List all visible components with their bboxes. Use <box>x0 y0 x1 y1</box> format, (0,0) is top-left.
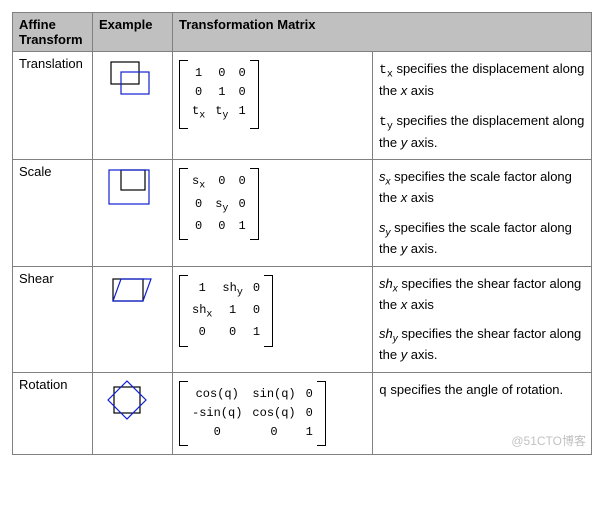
matrix: 100010txty1 <box>179 60 366 129</box>
example-cell <box>93 372 173 455</box>
scale-icon <box>99 164 159 210</box>
description-cell: sx specifies the scale factor along the … <box>373 160 592 266</box>
matrix-cell: sx000sy0001 <box>173 160 373 266</box>
description-line: shy specifies the shear factor along the… <box>379 325 585 364</box>
matrix: 1shy0shx10001 <box>179 275 366 347</box>
description-line: q specifies the angle of rotation. <box>379 381 585 400</box>
rotation-icon <box>99 377 159 423</box>
transform-name: Shear <box>13 266 93 372</box>
example-cell <box>93 266 173 372</box>
transform-name: Scale <box>13 160 93 266</box>
shear-icon <box>99 271 159 317</box>
header-affine-transform: Affine Transform <box>13 13 93 52</box>
table-row: Shear 1shy0shx10001 shx specifies the sh… <box>13 266 592 372</box>
table-header-row: Affine Transform Example Transformation … <box>13 13 592 52</box>
description-line: shx specifies the shear factor along the… <box>379 275 585 314</box>
transform-name: Translation <box>13 52 93 160</box>
description-line: sy specifies the scale factor along the … <box>379 219 585 258</box>
description-line: tx specifies the displacement along the … <box>379 60 585 100</box>
description-cell: q specifies the angle of rotation. <box>373 372 592 455</box>
transform-name: Rotation <box>13 372 93 455</box>
description-line: sx specifies the scale factor along the … <box>379 168 585 207</box>
matrix-cell: 100010txty1 <box>173 52 373 160</box>
matrix: cos(q)sin(q)0-sin(q)cos(q)0001 <box>179 381 366 447</box>
translation-icon <box>99 56 159 102</box>
affine-transform-table: Affine Transform Example Transformation … <box>12 12 592 455</box>
description-cell: shx specifies the shear factor along the… <box>373 266 592 372</box>
matrix-cell: cos(q)sin(q)0-sin(q)cos(q)0001 <box>173 372 373 455</box>
description-cell: tx specifies the displacement along the … <box>373 52 592 160</box>
example-cell <box>93 160 173 266</box>
header-example: Example <box>93 13 173 52</box>
example-cell <box>93 52 173 160</box>
matrix-cell: 1shy0shx10001 <box>173 266 373 372</box>
matrix: sx000sy0001 <box>179 168 366 240</box>
table-row: Rotation cos(q)sin(q)0-sin(q)cos(q)0001 … <box>13 372 592 455</box>
description-line: ty specifies the displacement along the … <box>379 112 585 152</box>
table-row: Scale sx000sy0001 sx specifies the scale… <box>13 160 592 266</box>
table-row: Translation 100010txty1 tx specifies the… <box>13 52 592 160</box>
header-transformation-matrix: Transformation Matrix <box>173 13 592 52</box>
